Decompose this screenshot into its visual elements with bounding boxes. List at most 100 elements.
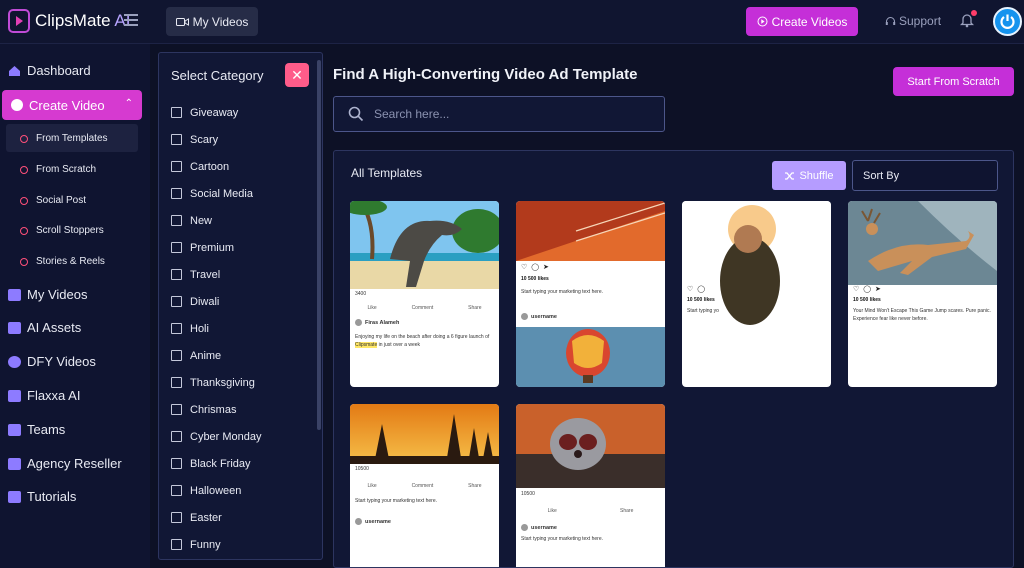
comment-action: Comment xyxy=(411,305,434,311)
gallery-icon xyxy=(171,350,182,361)
sidebar-item-dashboard[interactable]: Dashboard xyxy=(8,63,91,78)
sidebar-item-dfy-videos[interactable]: DFY Videos xyxy=(8,354,96,369)
post-icons: ♡ ◯ ➤ xyxy=(853,286,882,293)
create-videos-button[interactable]: Create Videos xyxy=(746,7,858,36)
post-user: username xyxy=(355,518,391,525)
sidebar-item-agency-reseller[interactable]: Agency Reseller xyxy=(8,456,122,471)
like-action: Like xyxy=(547,508,557,514)
templates-panel: All Templates Shuffle Sort By 3400 Like … xyxy=(333,150,1014,568)
gallery-icon xyxy=(171,161,182,172)
post-username: username xyxy=(531,313,557,320)
search-input[interactable] xyxy=(374,107,634,121)
share-action: Share xyxy=(468,483,482,489)
template-card-hot-air-balloon[interactable]: ♡ ◯ ➤ 10 500 likes Start typing your mar… xyxy=(516,201,665,387)
shuffle-button[interactable]: Shuffle xyxy=(772,161,846,190)
template-card-raccoon[interactable]: 10500 Like Share Start typing your marke… xyxy=(516,404,665,567)
headset-icon xyxy=(885,16,896,25)
category-item-holi[interactable]: Holi xyxy=(171,315,262,342)
category-scrollbar[interactable] xyxy=(317,60,321,430)
support-link[interactable]: Support xyxy=(885,14,941,28)
category-label: Cartoon xyxy=(190,160,230,173)
category-item-diwali[interactable]: Diwali xyxy=(171,288,262,315)
category-item-black-friday[interactable]: Black Friday xyxy=(171,450,262,477)
likes-count: 10 500 likes xyxy=(521,276,549,282)
sidebar-subitem-social-post[interactable]: Social Post xyxy=(20,195,86,206)
start-from-scratch-button[interactable]: Start From Scratch xyxy=(893,67,1014,96)
sidebar-item-tutorials[interactable]: Tutorials xyxy=(8,489,76,504)
sidebar-label-tutorials: Tutorials xyxy=(27,489,77,504)
category-item-giveaway[interactable]: Giveaway xyxy=(171,99,262,126)
sidebar-subitem-from-scratch[interactable]: From Scratch xyxy=(20,164,96,175)
sidebar-subitem-from-templates[interactable]: From Templates xyxy=(20,133,108,144)
post-caption: Your Mind Won't Escape This Game Jump sc… xyxy=(853,308,991,322)
likes-count: 10 500 likes xyxy=(853,297,881,303)
all-templates-title: All Templates xyxy=(351,166,423,180)
notification-bell-icon[interactable] xyxy=(959,10,977,28)
video-camera-icon xyxy=(175,17,189,26)
reaction-count: 10500 xyxy=(355,466,369,472)
sidebar-item-create-video[interactable]: Create Video ⌃ xyxy=(2,90,142,120)
gallery-icon xyxy=(171,539,182,550)
category-item-cyber-monday[interactable]: Cyber Monday xyxy=(171,423,262,450)
template-card-dinosaur-beach[interactable]: 3400 Like Comment Share Firas Alameh Enj… xyxy=(350,201,499,387)
post-caption: Enjoying my life on the beach after doin… xyxy=(355,333,493,349)
bullet-icon xyxy=(20,134,28,143)
sidebar-item-ai-assets[interactable]: AI Assets xyxy=(8,320,81,335)
gallery-icon xyxy=(171,242,182,253)
template-card-warrior[interactable]: ♡ ◯ 10 500 likes Start typing yo xyxy=(682,201,831,387)
sort-by-select[interactable]: Sort By xyxy=(852,160,998,191)
sidebar-item-flaxxa-ai[interactable]: Flaxxa AI xyxy=(8,388,80,403)
notification-dot xyxy=(971,10,977,16)
share-action: Share xyxy=(468,305,482,311)
category-item-premium[interactable]: Premium xyxy=(171,234,262,261)
gallery-icon xyxy=(171,485,182,496)
category-item-social-media[interactable]: Social Media xyxy=(171,180,262,207)
app-name: ClipsMate AI xyxy=(35,11,130,31)
template-card-temple-sunset[interactable]: 10500 Like Comment Share Start typing yo… xyxy=(350,404,499,567)
my-videos-button[interactable]: My Videos xyxy=(166,7,258,36)
subitem-label: Social Post xyxy=(36,195,87,206)
sidebar-item-my-videos[interactable]: My Videos xyxy=(8,287,87,302)
user-avatar[interactable] xyxy=(993,7,1022,36)
category-list: Giveaway Scary Cartoon Social Media New … xyxy=(171,99,262,558)
category-item-scary[interactable]: Scary xyxy=(171,126,262,153)
share-action: Share xyxy=(620,508,634,514)
post-actions: Like Share xyxy=(516,508,665,514)
comment-action: Comment xyxy=(411,483,434,489)
chevron-up-icon: ⌃ xyxy=(124,98,133,109)
category-item-easter[interactable]: Easter xyxy=(171,504,262,531)
category-item-travel[interactable]: Travel xyxy=(171,261,262,288)
post-caption: Start typing yo xyxy=(687,308,719,314)
ai-assets-icon xyxy=(8,321,21,334)
sidebar-label-agency-reseller: Agency Reseller xyxy=(27,456,122,471)
category-label: Chrismas xyxy=(190,403,237,416)
template-thumbnail-image xyxy=(350,404,499,464)
category-label: Halloween xyxy=(190,484,242,497)
play-circle-icon xyxy=(11,99,23,111)
sidebar-item-teams[interactable]: Teams xyxy=(8,422,65,437)
shuffle-icon xyxy=(785,171,795,180)
flaxxa-ai-icon xyxy=(8,389,21,402)
category-item-new[interactable]: New xyxy=(171,207,262,234)
category-item-halloween[interactable]: Halloween xyxy=(171,477,262,504)
category-label: Funny xyxy=(190,538,221,551)
search-box[interactable] xyxy=(333,96,665,132)
category-item-anime[interactable]: Anime xyxy=(171,342,262,369)
menu-toggle-icon[interactable] xyxy=(124,14,138,26)
app-logo[interactable]: ClipsMate AI xyxy=(8,9,130,33)
category-item-funny[interactable]: Funny xyxy=(171,531,262,558)
post-icons: ♡ ◯ xyxy=(687,286,707,293)
sidebar-subitem-stories-reels[interactable]: Stories & Reels xyxy=(20,256,105,267)
bullet-icon xyxy=(20,257,28,266)
category-item-cartoon[interactable]: Cartoon xyxy=(171,153,262,180)
close-icon[interactable]: ✕ xyxy=(285,63,309,87)
category-item-thanksgiving[interactable]: Thanksgiving xyxy=(171,369,262,396)
sidebar-subitem-scroll-stoppers[interactable]: Scroll Stoppers xyxy=(20,225,104,236)
avatar xyxy=(355,518,362,525)
category-item-chrismas[interactable]: Chrismas xyxy=(171,396,262,423)
template-card-deer[interactable]: ♡ ◯ ➤ 10 500 likes Your Mind Won't Escap… xyxy=(848,201,997,387)
caption-text-end: in just over a week xyxy=(378,342,421,348)
gallery-icon xyxy=(171,323,182,334)
tutorials-icon xyxy=(8,490,21,503)
play-circle-icon xyxy=(757,16,768,27)
